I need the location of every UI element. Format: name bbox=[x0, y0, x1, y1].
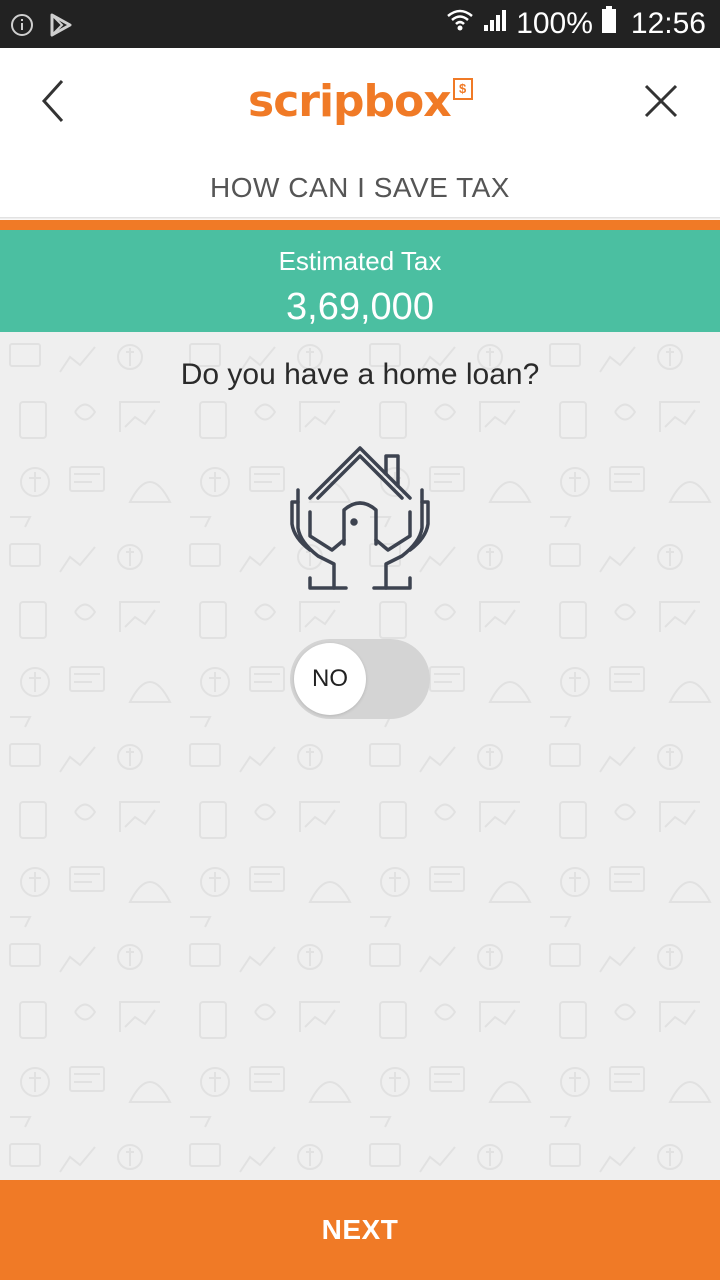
back-button[interactable] bbox=[28, 78, 78, 128]
clock: 12:56 bbox=[630, 7, 706, 40]
status-left bbox=[10, 12, 74, 43]
estimated-tax-banner: Estimated Tax 3,69,000 bbox=[0, 230, 720, 332]
page-title: HOW CAN I SAVE TAX bbox=[210, 172, 510, 203]
scripbox-logo: scripbox $ bbox=[248, 74, 473, 134]
logo-badge: $ bbox=[452, 78, 473, 100]
question-panel: Do you have a home loan? NO bbox=[0, 332, 720, 1180]
status-bar: 100% 12:56 bbox=[0, 0, 720, 48]
home-loan-icon bbox=[288, 440, 432, 590]
logo-text: scripbox bbox=[248, 76, 452, 127]
app-screen: 100% 12:56 scripbox $ HOW CAN I SAVE TAX… bbox=[0, 0, 720, 1280]
next-button[interactable]: NEXT bbox=[0, 1180, 720, 1280]
wifi-icon bbox=[446, 7, 474, 41]
info-icon bbox=[10, 13, 34, 42]
status-right: 100% 12:56 bbox=[446, 0, 706, 48]
orange-rule bbox=[0, 220, 720, 230]
app-header: scripbox $ HOW CAN I SAVE TAX bbox=[0, 48, 720, 218]
signal-icon bbox=[482, 7, 508, 41]
close-button[interactable] bbox=[636, 78, 686, 128]
toggle-knob: NO bbox=[294, 643, 366, 715]
question-text: Do you have a home loan? bbox=[180, 358, 540, 391]
toggle-label: NO bbox=[312, 665, 348, 692]
play-store-icon bbox=[48, 12, 74, 43]
estimated-tax-label: Estimated Tax bbox=[278, 246, 442, 276]
estimated-tax-value: 3,69,000 bbox=[286, 286, 434, 328]
battery-percent: 100% bbox=[516, 7, 593, 40]
close-icon bbox=[643, 83, 679, 124]
chevron-left-icon bbox=[38, 79, 68, 128]
home-loan-toggle[interactable]: NO bbox=[290, 639, 430, 719]
battery-icon bbox=[601, 6, 617, 42]
